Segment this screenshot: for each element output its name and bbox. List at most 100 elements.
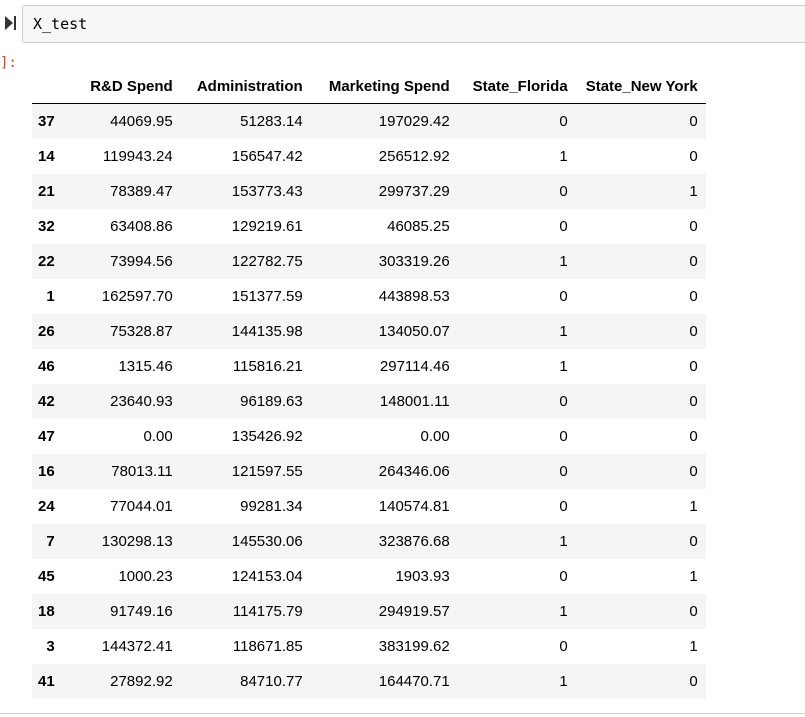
table-row: 41 27892.92 84710.77 164470.71 1 0	[32, 664, 706, 699]
table-cell: 27892.92	[110, 673, 173, 690]
table-cell: 156547.42	[231, 148, 303, 165]
table-cell: 162597.70	[101, 288, 173, 305]
table-cell: 44069.95	[110, 113, 173, 130]
table-cell: 0	[689, 113, 698, 130]
table-cell: 0	[689, 218, 698, 235]
table-cell: 0	[559, 113, 568, 130]
table-cell: 0	[689, 393, 698, 410]
column-header-administration: Administration	[180, 70, 311, 104]
table-cell: 144372.41	[101, 638, 173, 655]
row-index: 46	[38, 358, 55, 375]
table-cell: 264346.06	[378, 463, 450, 480]
row-index: 26	[38, 323, 55, 340]
table-cell: 96189.63	[240, 393, 303, 410]
table-cell: 0.00	[420, 428, 450, 445]
header-row: R&D Spend Administration Marketing Spend…	[32, 70, 706, 104]
table-cell: 1	[559, 358, 568, 375]
table-row: 26 75328.87 144135.98 134050.07 1 0	[32, 314, 706, 349]
table-cell: 151377.59	[231, 288, 303, 305]
table-cell: 1	[559, 253, 568, 270]
table-row: 18 91749.16 114175.79 294919.57 1 0	[32, 594, 706, 629]
row-index: 37	[38, 113, 55, 130]
table-cell: 297114.46	[379, 358, 450, 375]
table-cell: 129219.61	[231, 218, 303, 235]
table-row: 46 1315.46 115816.21 297114.46 1 0	[32, 349, 706, 384]
table-cell: 197029.42	[378, 113, 450, 130]
table-cell: 0	[559, 463, 568, 480]
table-body: 37 44069.95 51283.14 197029.42 0 0 14 119943.24…	[32, 103, 706, 699]
run-cell-icon[interactable]	[2, 14, 18, 32]
row-index: 18	[38, 603, 55, 620]
table-row: 37 44069.95 51283.14 197029.42 0 0	[32, 103, 706, 139]
table-cell: 84710.77	[240, 673, 303, 690]
table-cell: 91749.16	[110, 603, 173, 620]
table-cell: 0	[559, 288, 568, 305]
table-cell: 140574.81	[378, 498, 450, 515]
table-cell: 119943.24	[102, 148, 173, 165]
table-cell: 46085.25	[387, 218, 450, 235]
table-cell: 323876.68	[378, 533, 450, 550]
table-cell: 294919.57	[378, 603, 450, 620]
table-cell: 0	[559, 568, 568, 585]
table-cell: 299737.29	[378, 183, 450, 200]
row-index: 14	[38, 148, 55, 165]
table-cell: 0	[559, 393, 568, 410]
row-index: 21	[38, 183, 55, 200]
table-cell: 1	[559, 533, 568, 550]
column-header-rd-spend: R&D Spend	[60, 70, 181, 104]
table-cell: 78013.11	[111, 463, 173, 480]
row-index: 3	[46, 638, 55, 655]
table-cell: 0	[689, 288, 698, 305]
table-row: 32 63408.86 129219.61 46085.25 0 0	[32, 209, 706, 244]
table-cell: 0	[689, 463, 698, 480]
table-cell: 0	[689, 673, 698, 690]
table-cell: 75328.87	[110, 323, 173, 340]
table-cell: 1	[689, 183, 698, 200]
row-index: 32	[38, 218, 55, 235]
row-index: 47	[38, 428, 55, 445]
table-row: 24 77044.01 99281.34 140574.81 0 1	[32, 489, 706, 524]
table-cell: 1	[559, 673, 568, 690]
table-cell: 1	[559, 323, 568, 340]
table-row: 22 73994.56 122782.75 303319.26 1 0	[32, 244, 706, 279]
row-index: 1	[46, 288, 55, 305]
table-cell: 0	[559, 428, 568, 445]
table-cell: 1000.23	[118, 568, 173, 585]
table-cell: 1	[689, 498, 698, 515]
table-cell: 130298.13	[101, 533, 173, 550]
table-cell: 23640.93	[110, 393, 173, 410]
table-cell: 51283.14	[240, 113, 303, 130]
row-index: 42	[38, 393, 55, 410]
table-cell: 77044.01	[110, 498, 173, 515]
table-row: 45 1000.23 124153.04 1903.93 0 1	[32, 559, 706, 594]
output-prompt: ]:	[0, 55, 17, 71]
table-cell: 0	[559, 498, 568, 515]
table-cell: 0	[689, 148, 698, 165]
cell-bottom-border	[0, 713, 805, 714]
row-index: 16	[38, 463, 55, 480]
table-cell: 256512.92	[378, 148, 450, 165]
table-row: 3 144372.41 118671.85 383199.62 0 1	[32, 629, 706, 664]
table-cell: 0	[559, 183, 568, 200]
table-cell: 1	[559, 148, 568, 165]
table-cell: 73994.56	[110, 253, 173, 270]
table-cell: 144135.98	[231, 323, 303, 340]
table-cell: 0	[689, 603, 698, 620]
table-row: 7 130298.13 145530.06 323876.68 1 0	[32, 524, 706, 559]
table-cell: 122782.75	[231, 253, 303, 270]
table-cell: 303319.26	[378, 253, 450, 270]
table-cell: 0	[689, 428, 698, 445]
table-row: 42 23640.93 96189.63 148001.11 0 0	[32, 384, 706, 419]
row-index: 45	[38, 568, 55, 585]
table-cell: 1903.93	[395, 568, 450, 585]
table-cell: 145530.06	[231, 533, 303, 550]
table-cell: 153773.43	[231, 183, 303, 200]
table-cell: 0	[689, 358, 698, 375]
table-cell: 148001.11	[379, 393, 450, 410]
table-cell: 124153.04	[231, 568, 303, 585]
code-text: X_test	[33, 15, 88, 33]
table-cell: 443898.53	[378, 288, 450, 305]
table-cell: 0	[559, 218, 568, 235]
table-cell: 1	[689, 638, 698, 655]
code-input-area[interactable]: X_test	[22, 5, 805, 43]
